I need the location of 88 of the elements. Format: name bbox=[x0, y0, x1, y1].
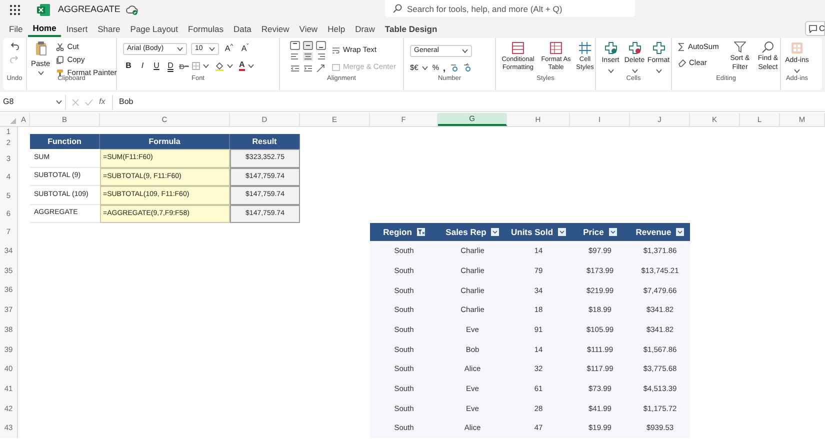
caret-icon bbox=[248, 64, 254, 68]
caret-icon bbox=[632, 68, 638, 72]
menu-tab[interactable]: Page Layout bbox=[125, 21, 184, 37]
caret-icon bbox=[177, 47, 183, 51]
cell-styles-icon bbox=[579, 42, 591, 54]
copy-icon bbox=[56, 56, 64, 64]
undo-icon[interactable] bbox=[10, 42, 19, 50]
font-color-button[interactable]: A bbox=[239, 61, 245, 71]
align-center-icon[interactable] bbox=[303, 52, 313, 62]
menu-tab[interactable]: Share bbox=[92, 21, 126, 37]
top-align-icon[interactable] bbox=[290, 41, 300, 50]
menu-tab[interactable]: Data bbox=[228, 21, 256, 37]
scissors-icon bbox=[56, 43, 64, 51]
double-underline-button[interactable]: D bbox=[165, 60, 176, 72]
table-header-cell: Units Sold bbox=[510, 226, 554, 238]
menu-tab[interactable]: Insert bbox=[61, 21, 93, 37]
menu-tab[interactable]: Formulas bbox=[183, 21, 228, 37]
filter-dropdown-icon[interactable] bbox=[558, 228, 566, 236]
insert-function-button[interactable]: fx bbox=[99, 96, 106, 108]
sigma-icon bbox=[678, 43, 685, 51]
paintbrush-icon bbox=[56, 69, 64, 77]
fill-bucket-icon[interactable] bbox=[215, 62, 224, 70]
table-header-cell: Revenue bbox=[636, 226, 672, 238]
caret-icon bbox=[462, 49, 468, 53]
middle-align-icon[interactable] bbox=[303, 41, 313, 50]
caret-icon bbox=[608, 68, 614, 72]
menu-tab[interactable]: Review bbox=[256, 21, 294, 37]
table-header-cell: Result bbox=[230, 134, 300, 149]
select-all-icon bbox=[10, 118, 16, 124]
menu-tab[interactable]: Help bbox=[322, 21, 350, 37]
add-ins-icon bbox=[790, 42, 803, 54]
conditional-formatting-icon bbox=[512, 42, 524, 54]
table-header-cell: Formula bbox=[100, 134, 230, 149]
italic-button[interactable]: I bbox=[137, 60, 148, 72]
clipboard-icon bbox=[34, 41, 47, 56]
sort-filter-icon bbox=[734, 41, 746, 53]
wrap-text-icon bbox=[332, 46, 340, 54]
document-title: AGGREAGATE bbox=[58, 3, 120, 16]
align-left-icon[interactable] bbox=[290, 52, 300, 62]
table-grid-icon bbox=[550, 42, 562, 54]
menu-tab[interactable]: Draw bbox=[350, 21, 380, 37]
align-right-icon[interactable] bbox=[316, 52, 326, 62]
caret-icon bbox=[656, 68, 662, 72]
increase-indent-icon[interactable] bbox=[303, 64, 313, 73]
caret-icon bbox=[794, 68, 800, 72]
caret-icon bbox=[422, 66, 428, 70]
filter-dropdown-icon[interactable] bbox=[608, 228, 617, 236]
table-header-cell: Function bbox=[30, 134, 100, 149]
table-header-cell: Price bbox=[583, 226, 604, 238]
checkmark-icon[interactable] bbox=[85, 98, 93, 106]
bold-button[interactable]: B bbox=[123, 60, 134, 72]
cloud-saved-icon bbox=[126, 5, 138, 15]
app-launcher-icon[interactable] bbox=[9, 4, 21, 16]
caret-icon bbox=[203, 64, 209, 68]
search-field[interactable]: Search for tools, help, and more (Alt + Q) bbox=[385, 0, 635, 17]
menu-tab[interactable]: View bbox=[294, 21, 323, 37]
eraser-icon bbox=[678, 59, 686, 67]
table-header-cell: Region bbox=[383, 226, 412, 238]
caret-icon bbox=[38, 71, 44, 76]
underline-button[interactable]: U bbox=[151, 60, 162, 72]
search-icon bbox=[762, 41, 774, 53]
filter-dropdown-icon[interactable] bbox=[491, 228, 500, 236]
shrink-font-button[interactable]: A$^{ˇ}$ bbox=[239, 43, 251, 55]
formula-input[interactable]: Bob bbox=[112, 94, 825, 110]
filter-dropdown-icon[interactable] bbox=[676, 228, 684, 236]
spreadsheet-app-icon bbox=[36, 4, 50, 16]
decrease-decimal-icon[interactable] bbox=[462, 63, 472, 72]
caret-icon bbox=[209, 47, 215, 51]
caret-icon bbox=[227, 64, 233, 68]
delete-cells-icon bbox=[628, 42, 640, 54]
menu-tab[interactable]: File bbox=[4, 21, 28, 37]
insert-cells-icon bbox=[604, 42, 616, 54]
name-box[interactable]: G8 bbox=[0, 94, 66, 110]
increase-decimal-icon[interactable] bbox=[450, 63, 459, 72]
format-cells-icon bbox=[652, 42, 664, 54]
caret-icon bbox=[56, 100, 62, 104]
menu-tab[interactable]: Table Design bbox=[380, 21, 442, 37]
decrease-indent-icon[interactable] bbox=[290, 64, 300, 73]
text-orientation-icon[interactable] bbox=[316, 64, 326, 73]
grow-font-button[interactable]: A$^{^}$ bbox=[223, 43, 235, 55]
search-icon bbox=[393, 4, 402, 13]
comments-button[interactable]: C bbox=[805, 21, 825, 36]
bottom-align-icon[interactable] bbox=[316, 41, 326, 50]
comment-icon bbox=[809, 24, 817, 32]
table-header-cell: Sales Rep bbox=[446, 226, 486, 238]
filter-applied-icon[interactable] bbox=[416, 228, 425, 236]
merge-cells-icon bbox=[332, 64, 340, 70]
comma-style-button[interactable]: , bbox=[443, 64, 446, 72]
